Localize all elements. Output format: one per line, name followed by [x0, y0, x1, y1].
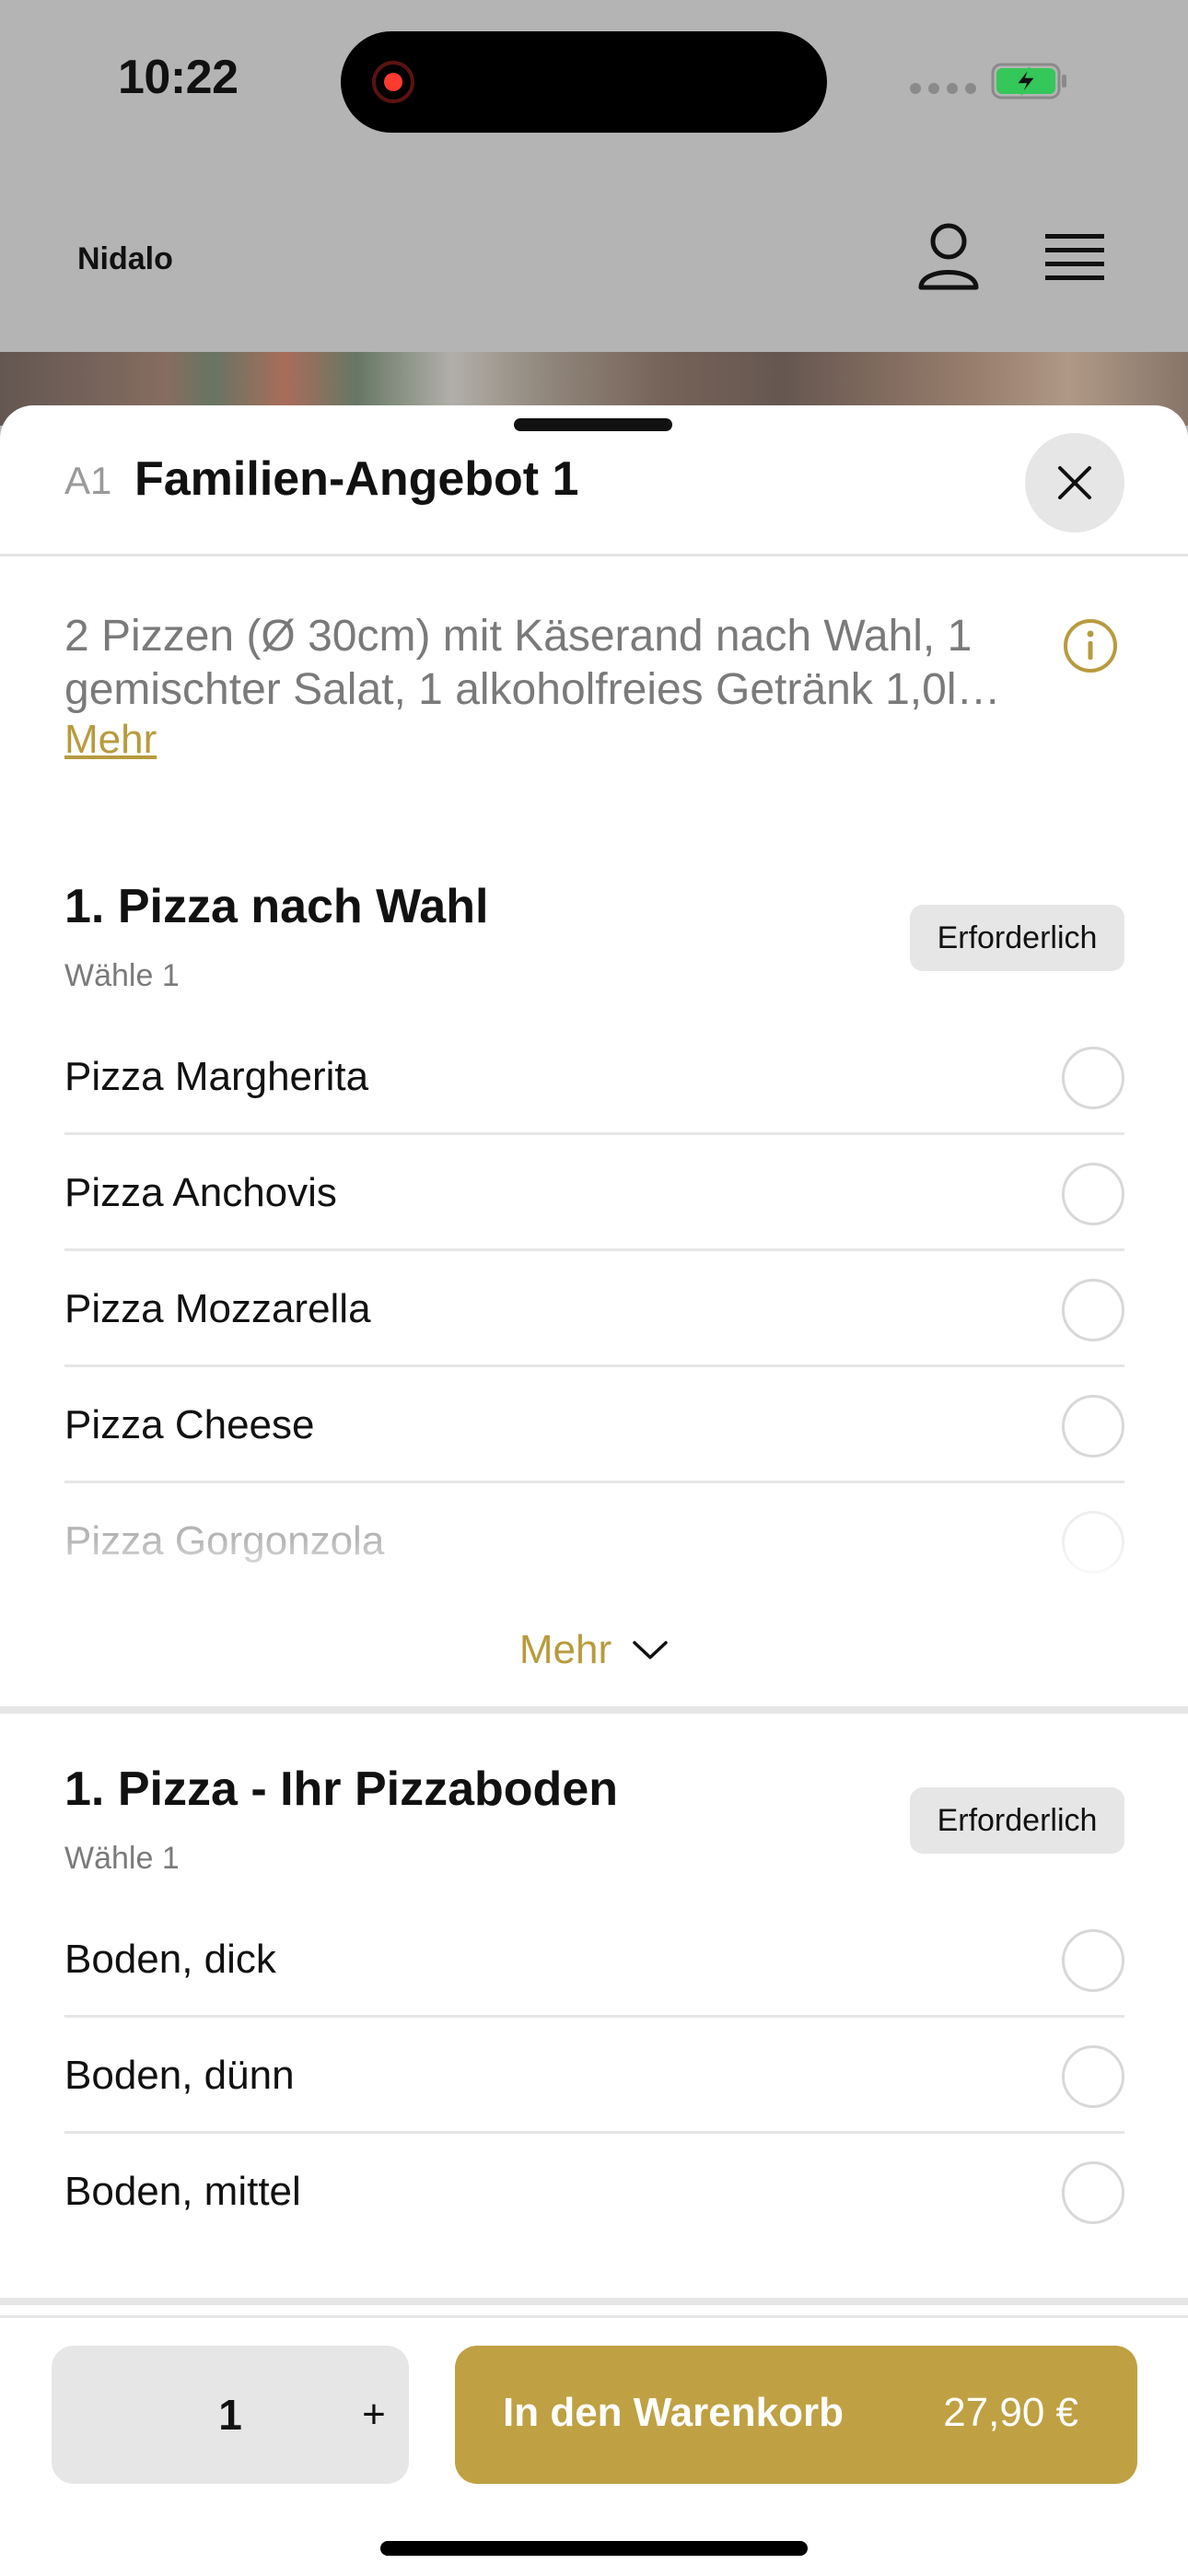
- option-list: Boden, dick Boden, dünn Boden, mittel: [64, 1902, 1124, 2250]
- item-description: 2 Pizzen (Ø 30cm) mit Käserand nach Wahl…: [64, 612, 1001, 714]
- dynamic-island: [341, 31, 827, 133]
- item-code: A1: [64, 459, 112, 502]
- product-sheet: A1 Familien-Angebot 1 2 Pizzen (Ø 30cm) …: [0, 405, 1188, 2576]
- section-subtitle: Wähle 1: [64, 958, 180, 993]
- radio-button[interactable]: [1062, 1047, 1124, 1109]
- option-row[interactable]: Boden, dünn: [64, 2018, 1124, 2134]
- section-divider: [0, 2298, 1188, 2305]
- signal-icon: [910, 83, 976, 94]
- option-row[interactable]: Pizza Anchovis: [64, 1135, 1124, 1251]
- radio-button[interactable]: [1062, 1279, 1124, 1341]
- quantity-stepper[interactable]: 1 +: [52, 2346, 409, 2484]
- show-more-label: Mehr: [518, 1627, 612, 1672]
- bottom-action-bar: 1 + In den Warenkorb 27,90 €: [0, 2315, 1188, 2576]
- option-label: Pizza Cheese: [64, 1402, 315, 1447]
- show-more-button[interactable]: Mehr: [0, 1618, 1188, 1682]
- description-more-link[interactable]: Mehr: [64, 717, 157, 763]
- option-label: Pizza Margherita: [64, 1054, 369, 1099]
- battery-charging-icon: [991, 63, 1066, 100]
- section-title: 1. Pizza nach Wahl: [64, 880, 489, 933]
- price-label: 27,90 €: [943, 2390, 1078, 2435]
- menu-icon[interactable]: [1043, 230, 1106, 284]
- option-label: Pizza Anchovis: [64, 1170, 337, 1215]
- radio-button[interactable]: [1062, 1929, 1124, 1992]
- option-row[interactable]: Boden, mittel: [64, 2134, 1124, 2250]
- brand-logo[interactable]: Nidalo: [77, 241, 173, 277]
- option-label: Pizza Mozzarella: [64, 1286, 371, 1331]
- section-divider: [0, 1706, 1188, 1714]
- radio-button[interactable]: [1062, 2045, 1124, 2108]
- option-row[interactable]: Pizza Mozzarella: [64, 1251, 1124, 1367]
- close-icon: [1058, 466, 1091, 499]
- section-subtitle: Wähle 1: [64, 1841, 180, 1876]
- radio-button[interactable]: [1062, 2161, 1124, 2224]
- add-to-cart-button[interactable]: In den Warenkorb 27,90 €: [455, 2346, 1137, 2484]
- radio-button[interactable]: [1062, 1395, 1124, 1458]
- item-title: Familien-Angebot 1: [134, 452, 579, 506]
- user-icon[interactable]: [916, 221, 981, 291]
- option-list: Pizza Margherita Pizza Anchovis Pizza Mo…: [64, 1019, 1124, 1575]
- recording-icon: [372, 61, 414, 103]
- status-time: 10:22: [118, 51, 239, 104]
- chevron-down-icon: [633, 1641, 668, 1659]
- option-label: Boden, dick: [64, 1937, 276, 1982]
- sheet-header: A1 Familien-Angebot 1: [0, 405, 1188, 556]
- close-button[interactable]: [1025, 433, 1124, 533]
- option-row[interactable]: Pizza Margherita: [64, 1019, 1124, 1135]
- option-label: Boden, mittel: [64, 2169, 301, 2214]
- option-label: Boden, dünn: [64, 2053, 295, 2098]
- required-badge: Erforderlich: [910, 1787, 1124, 1854]
- required-badge: Erforderlich: [910, 905, 1124, 971]
- info-icon[interactable]: [1062, 617, 1119, 674]
- status-bar: 10:22: [0, 0, 1188, 166]
- list-fade: [0, 1539, 1188, 1594]
- radio-button[interactable]: [1062, 1163, 1124, 1225]
- add-to-cart-label: In den Warenkorb: [503, 2390, 844, 2435]
- option-row[interactable]: Pizza Cheese: [64, 1367, 1124, 1483]
- home-indicator: [380, 2541, 808, 2556]
- option-row[interactable]: Boden, dick: [64, 1902, 1124, 2018]
- increment-button[interactable]: +: [346, 2383, 402, 2447]
- section-title: 1. Pizza - Ihr Pizzaboden: [64, 1762, 618, 1816]
